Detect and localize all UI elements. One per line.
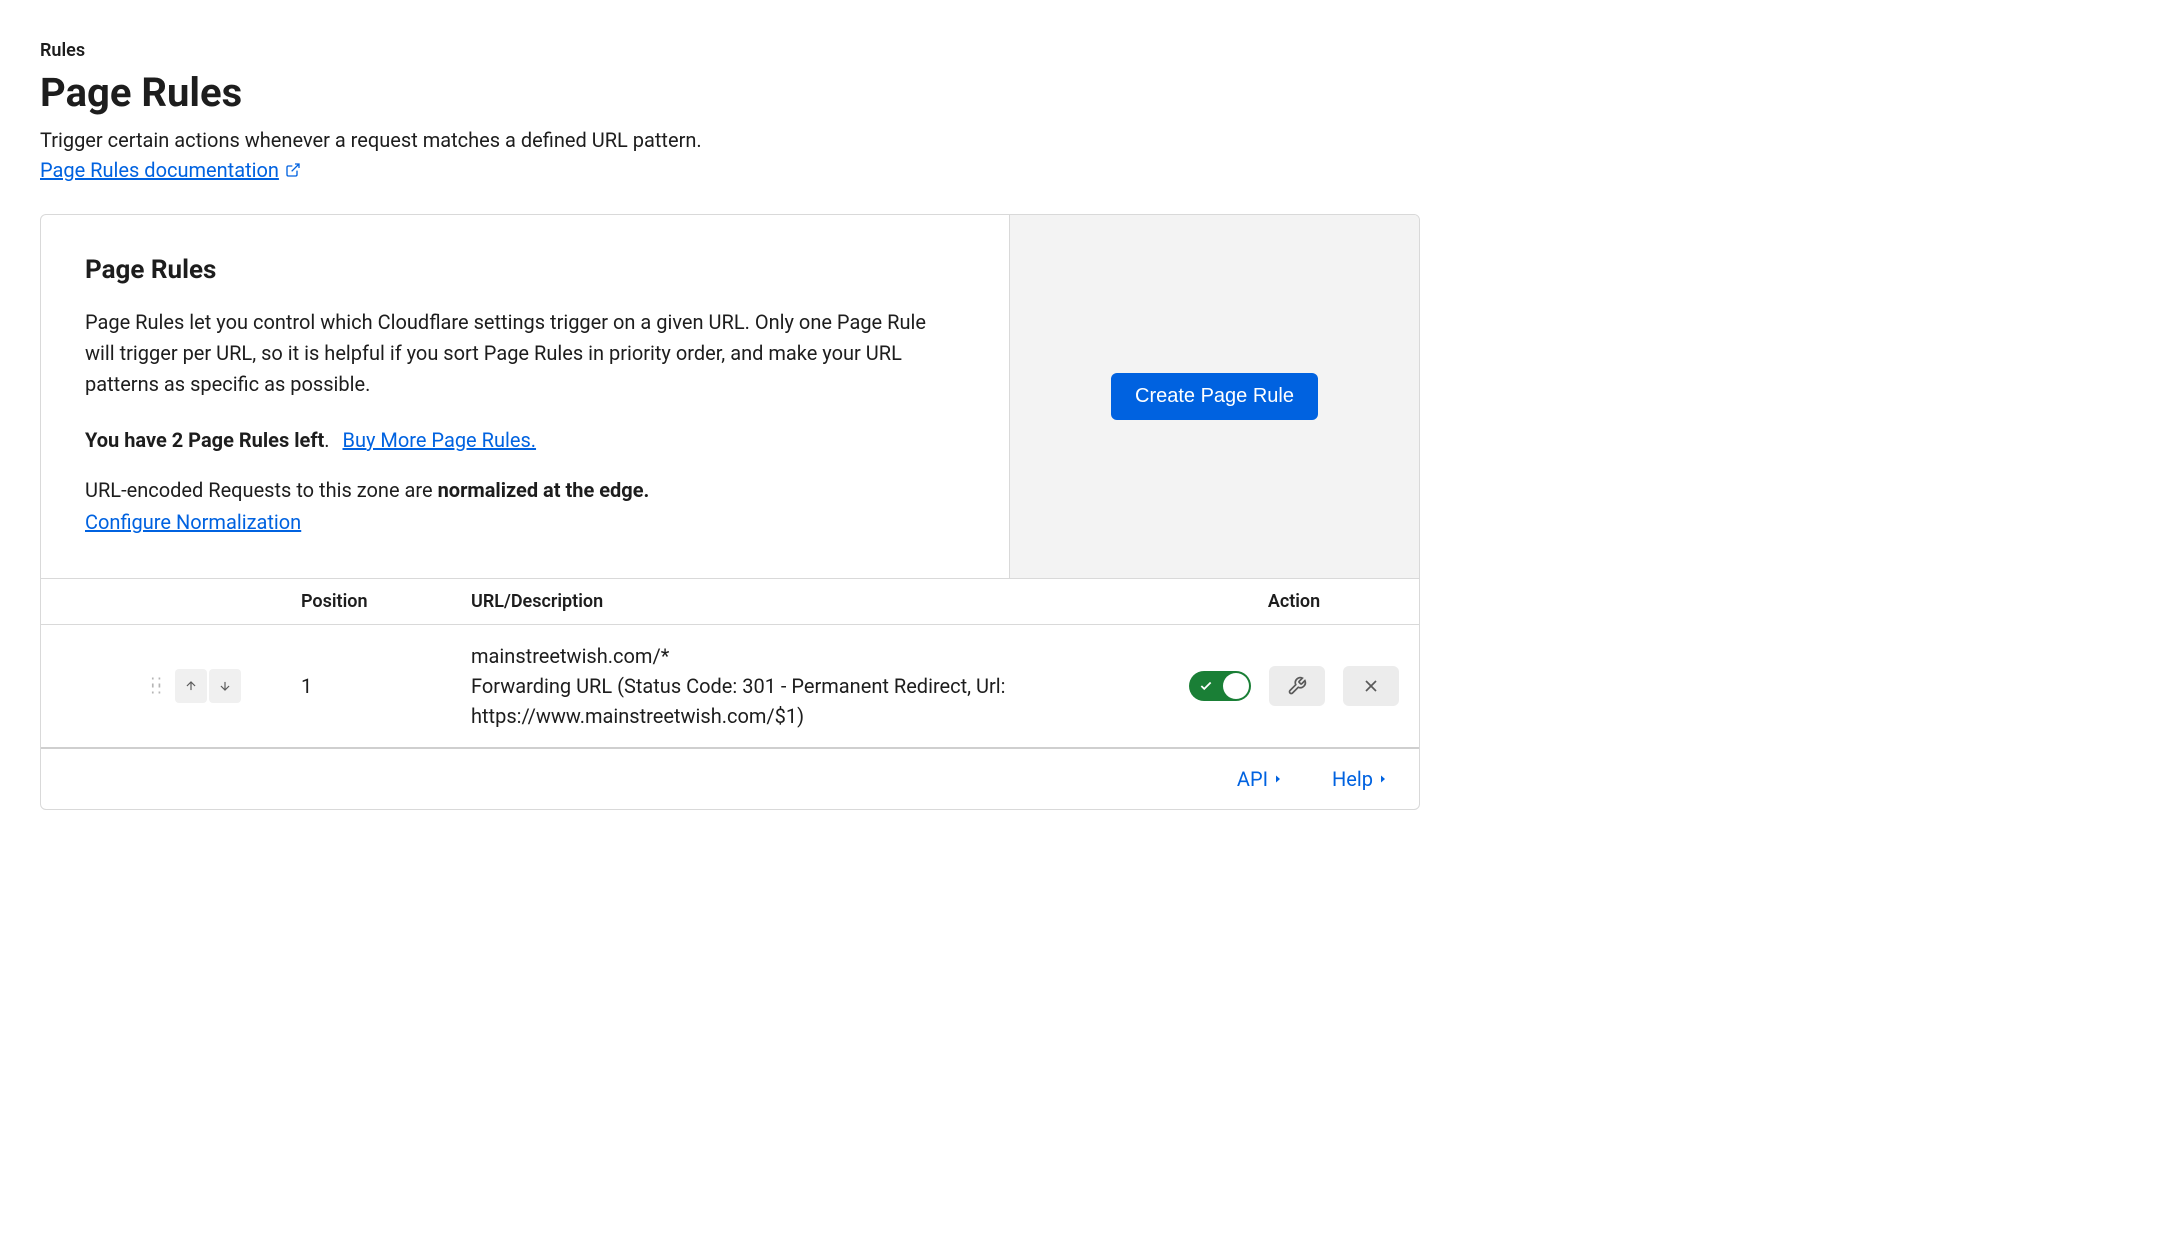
row-position: 1 (301, 674, 471, 698)
row-url: mainstreetwish.com/* (471, 641, 1169, 671)
edit-rule-button[interactable] (1269, 666, 1325, 706)
breadcrumb: Rules (40, 40, 1420, 61)
help-link-label: Help (1332, 767, 1373, 791)
card-footer: API Help (41, 749, 1419, 809)
header-url: URL/Description (471, 591, 1169, 612)
move-up-button[interactable] (175, 669, 207, 703)
help-link[interactable]: Help (1332, 767, 1389, 791)
rules-remaining-period: . (324, 428, 329, 452)
rule-enabled-toggle[interactable] (1189, 671, 1251, 701)
arrow-down-icon (218, 679, 232, 693)
section-title: Page Rules (85, 255, 965, 285)
close-icon (1361, 676, 1381, 696)
documentation-link-label: Page Rules documentation (40, 158, 279, 182)
row-url-description: mainstreetwish.com/* Forwarding URL (Sta… (471, 641, 1169, 731)
caret-right-icon (1377, 773, 1389, 785)
api-link-label: API (1237, 767, 1268, 791)
external-link-icon (285, 162, 301, 178)
check-icon (1199, 679, 1213, 693)
table-header-row: Position URL/Description Action (41, 579, 1419, 625)
move-down-button[interactable] (209, 669, 241, 703)
rules-table: Position URL/Description Action ∷∷ (41, 578, 1419, 749)
page-title: Page Rules (40, 69, 1420, 116)
normalization-bold: normalized at the edge. (438, 478, 650, 502)
drag-handle-icon[interactable]: ∷∷ (151, 678, 165, 694)
wrench-icon (1287, 676, 1307, 696)
rules-remaining-bold: You have 2 Page Rules left (85, 428, 324, 452)
row-description: Forwarding URL (Status Code: 301 - Perma… (471, 671, 1169, 731)
api-link[interactable]: API (1237, 767, 1284, 791)
section-description: Page Rules let you control which Cloudfl… (85, 307, 945, 400)
create-page-rule-button[interactable]: Create Page Rule (1111, 373, 1318, 420)
page-subtitle: Trigger certain actions whenever a reque… (40, 128, 1420, 152)
caret-right-icon (1272, 773, 1284, 785)
rules-remaining-line: You have 2 Page Rules left. Buy More Pag… (85, 428, 965, 452)
configure-normalization-link[interactable]: Configure Normalization (85, 510, 301, 534)
table-row: ∷∷ 1 mainstreetwish.com/* Forwarding URL… (41, 625, 1419, 749)
normalization-status-line: URL-encoded Requests to this zone are no… (85, 478, 965, 502)
header-action: Action (1169, 591, 1419, 612)
documentation-link[interactable]: Page Rules documentation (40, 158, 301, 182)
page-rules-card: Page Rules Page Rules let you control wh… (40, 214, 1420, 810)
delete-rule-button[interactable] (1343, 666, 1399, 706)
normalization-prefix: URL-encoded Requests to this zone are (85, 478, 438, 502)
header-position: Position (301, 591, 471, 612)
arrow-up-icon (184, 679, 198, 693)
buy-more-rules-link[interactable]: Buy More Page Rules. (343, 428, 537, 452)
